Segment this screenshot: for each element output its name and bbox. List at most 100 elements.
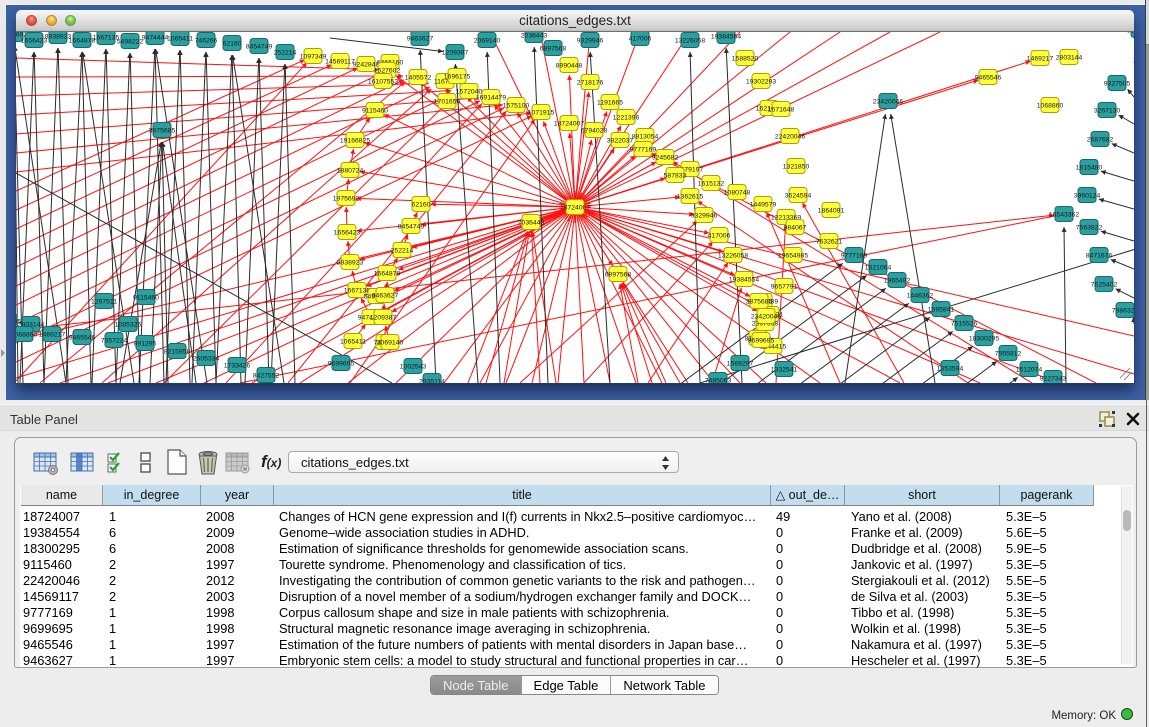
svg-text:8938923: 8938923 [45,33,72,40]
svg-text:1191665: 1191665 [597,99,623,106]
svg-text:1733426: 1733426 [224,362,251,369]
svg-text:10046786: 10046786 [1133,57,1134,64]
svg-text:9465546: 9465546 [69,334,96,341]
svg-text:1297511: 1297511 [91,298,117,305]
svg-text:1696175: 1696175 [444,73,471,80]
svg-text:2605334: 2605334 [193,355,220,362]
svg-text:7485063: 7485063 [705,377,732,383]
svg-text:16914479: 16914479 [476,94,506,101]
svg-text:587833: 587833 [664,172,687,179]
svg-text:252214: 252214 [274,49,297,56]
svg-text:6794028: 6794028 [581,127,608,134]
svg-text:19654985: 19654985 [778,252,808,259]
svg-text:9327505: 9327505 [1104,80,1131,87]
svg-text:8454749: 8454749 [246,43,273,50]
svg-text:2803144: 2803144 [1056,54,1083,61]
svg-text:1575100: 1575100 [503,102,530,109]
svg-text:1612074: 1612074 [1016,366,1043,373]
svg-text:9463627: 9463627 [372,292,399,299]
svg-text:9777169: 9777169 [841,252,868,259]
svg-text:2036443: 2036443 [521,32,548,39]
svg-text:1965492: 1965492 [884,277,911,284]
svg-text:8215958: 8215958 [164,348,191,355]
svg-text:19384554: 19384554 [729,276,759,283]
svg-text:1068860: 1068860 [1037,102,1064,109]
svg-text:1065411: 1065411 [340,338,366,345]
svg-text:6897568: 6897568 [605,271,632,278]
svg-text:1321850: 1321850 [783,163,810,170]
svg-text:19302293: 19302293 [746,78,776,85]
svg-text:18300295: 18300295 [969,335,999,342]
svg-text:417006: 417006 [708,232,731,239]
svg-text:2069140: 2069140 [474,37,501,44]
svg-text:7357224: 7357224 [101,337,128,344]
svg-text:2935114: 2935114 [419,378,445,383]
svg-text:9115460: 9115460 [362,107,388,114]
svg-text:23420046: 23420046 [873,98,903,105]
svg-text:1656423: 1656423 [21,37,48,44]
svg-text:7625402: 7625402 [1091,281,1118,288]
svg-text:2687682: 2687682 [1087,136,1114,143]
svg-text:8454749: 8454749 [398,223,425,230]
svg-text:9329946: 9329946 [577,37,604,44]
svg-text:9465546: 9465546 [975,74,1002,81]
svg-text:3822037: 3822037 [607,137,634,144]
svg-text:3875685: 3875685 [746,298,773,305]
svg-text:9474444: 9474444 [142,34,169,41]
svg-text:9115460: 9115460 [133,294,159,301]
svg-text:1446362: 1446362 [907,292,934,299]
svg-text:2036443: 2036443 [518,219,545,226]
svg-text:1664878: 1664878 [69,37,96,44]
svg-text:7986322: 7986322 [1112,307,1134,314]
svg-text:1362615: 1362615 [677,193,704,200]
svg-text:3267130: 3267130 [1094,107,1121,114]
svg-text:417006: 417006 [629,35,652,42]
svg-text:8471676: 8471676 [1086,252,1113,259]
svg-text:18724007: 18724007 [554,120,584,127]
svg-text:7955812: 7955812 [995,350,1022,357]
svg-text:1664878: 1664878 [374,270,401,277]
svg-text:1209387: 1209387 [442,49,469,56]
svg-text:9699695: 9699695 [328,360,355,367]
svg-text:2069140: 2069140 [377,339,404,346]
svg-text:23420046: 23420046 [751,313,781,320]
svg-text:6897568: 6897568 [540,45,567,52]
svg-text:1068860: 1068860 [16,331,37,338]
svg-text:8427552: 8427552 [253,372,280,379]
svg-text:1569297: 1569297 [727,360,754,367]
svg-text:1671648: 1671648 [768,106,795,113]
svg-text:1656423: 1656423 [334,229,361,236]
svg-text:1332541: 1332541 [771,366,798,373]
svg-text:19384554: 19384554 [711,33,741,40]
svg-text:9699695: 9699695 [748,337,775,344]
svg-text:62160: 62160 [412,201,431,208]
svg-text:1864091: 1864091 [818,207,845,214]
svg-text:9329946: 9329946 [691,212,718,219]
svg-text:1071915: 1071915 [528,109,555,116]
svg-text:1405572: 1405572 [405,74,432,81]
svg-text:22420046: 22420046 [775,133,805,140]
svg-text:1080748: 1080748 [724,189,751,196]
svg-text:16107553: 16107553 [368,78,398,85]
svg-text:1209387: 1209387 [370,314,397,321]
svg-text:1469217: 1469217 [39,331,66,338]
svg-text:1621064: 1621064 [865,264,892,271]
svg-text:2718176: 2718176 [577,79,604,86]
svg-text:3875685: 3875685 [149,127,176,134]
svg-text:1588520: 1588520 [732,55,759,62]
svg-text:18724007: 18724007 [560,204,590,211]
svg-text:9463627: 9463627 [407,35,434,42]
svg-text:9657791: 9657791 [771,283,798,290]
svg-text:746266: 746266 [195,37,218,44]
svg-text:14569117: 14569117 [325,58,355,65]
svg-text:7663822: 7663822 [1076,224,1103,231]
svg-text:9227343: 9227343 [1040,375,1067,382]
svg-text:7515526: 7515526 [951,320,978,327]
svg-text:1667135: 1667135 [93,34,120,41]
svg-text:984067: 984067 [784,224,807,231]
svg-text:9245682: 9245682 [652,154,679,161]
svg-text:62160: 62160 [223,40,242,47]
svg-text:13226058: 13226058 [718,252,748,259]
svg-text:1975692: 1975692 [333,195,360,202]
svg-text:1595841: 1595841 [928,306,955,313]
